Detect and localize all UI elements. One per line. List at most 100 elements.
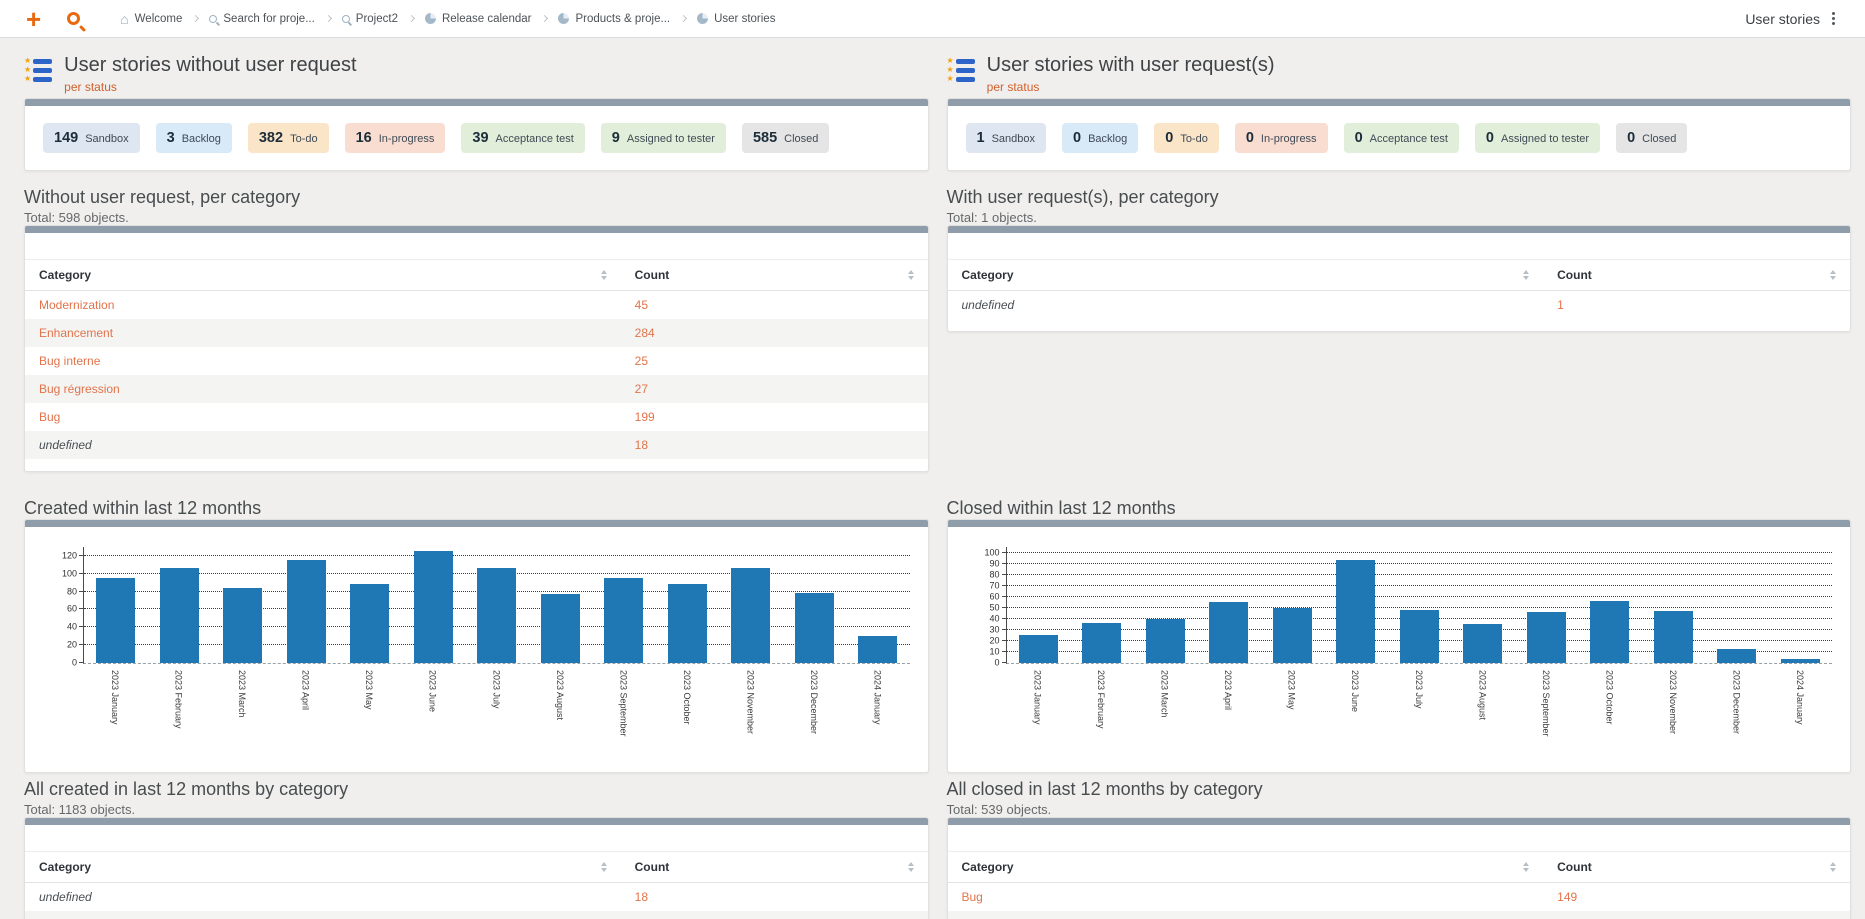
count-value[interactable]: 284 [635, 326, 655, 340]
sort-up-arrow [908, 270, 914, 274]
status-count: 1 [977, 130, 985, 146]
status-badge[interactable]: 39Acceptance test [461, 123, 584, 153]
breadcrumb-item[interactable]: User stories [697, 13, 775, 25]
count-value[interactable]: 25 [635, 354, 648, 368]
category-link[interactable]: Bug interne [39, 354, 100, 368]
status-badge[interactable]: 9Assigned to tester [601, 123, 726, 153]
column-header-category[interactable]: Category [948, 260, 1544, 291]
count-value[interactable]: 18 [635, 438, 648, 452]
count-value[interactable]: 27 [635, 382, 648, 396]
chart-bar-slot [1134, 547, 1198, 663]
status-badge[interactable]: 585Closed [742, 123, 829, 153]
sort-down-arrow [908, 276, 914, 280]
sort-icon[interactable] [1523, 270, 1529, 280]
column-header-category[interactable]: Category [948, 852, 1544, 883]
category-link[interactable]: Bug régression [39, 382, 120, 396]
table-body: Modernization 45 Enhancement 284 Bug interne… [25, 291, 928, 460]
sort-icon[interactable] [908, 270, 914, 280]
category-link[interactable]: Bug [962, 890, 983, 904]
sort-up-arrow [1830, 270, 1836, 274]
category-count-table: Category Count undefined 1 [948, 259, 1851, 319]
table-wrapper: Category Count undefined18Bug369 [25, 825, 928, 919]
status-badge[interactable]: 1Sandbox [966, 123, 1047, 153]
breadcrumb-item[interactable]: Release calendar [425, 13, 532, 25]
status-label: Sandbox [85, 133, 128, 145]
y-axis-tick-label: 80 [67, 587, 77, 596]
x-axis-label: 2023 December [1732, 670, 1742, 734]
chart-plot-area: 0102030405060708090100 [1006, 547, 1833, 664]
table-row: Bug 199 [25, 403, 928, 431]
sort-icon[interactable] [1523, 862, 1529, 872]
status-badge[interactable]: 0To-do [1154, 123, 1219, 153]
status-count: 0 [1486, 130, 1494, 146]
status-badge[interactable]: 0Backlog [1062, 123, 1138, 153]
status-badge[interactable]: 149Sandbox [43, 123, 140, 153]
status-badge[interactable]: 0Assigned to tester [1475, 123, 1600, 153]
count-cell: 18 [621, 431, 928, 459]
sort-icon[interactable] [908, 862, 914, 872]
column-header-count[interactable]: Count [621, 260, 928, 291]
add-icon[interactable]: + [26, 6, 41, 32]
category-link[interactable]: Enhancement [39, 326, 113, 340]
chart-bar-slot [1705, 547, 1769, 663]
category-count-table: CategoryCount Modernization 45 Enhancement 2… [25, 259, 928, 459]
breadcrumb-item[interactable]: Search for proje... [209, 13, 314, 25]
column-header-category[interactable]: Category [25, 260, 621, 291]
breadcrumb-item[interactable]: ⌂Welcome [120, 13, 182, 25]
x-axis-label: 2023 April [301, 670, 311, 710]
count-value[interactable]: 45 [635, 298, 648, 312]
chart-bar [1463, 624, 1502, 663]
breadcrumb-item[interactable]: Products & proje... [558, 13, 670, 25]
column-header-count[interactable]: Count [1543, 852, 1850, 883]
count-value[interactable]: 1 [1557, 298, 1564, 312]
column-header-label: Count [635, 860, 670, 874]
chart-bar [1273, 608, 1312, 663]
status-badge[interactable]: 0Closed [1616, 123, 1687, 153]
sort-icon[interactable] [601, 862, 607, 872]
x-axis-label: 2023 October [1604, 670, 1614, 725]
count-value[interactable]: 18 [635, 890, 648, 904]
sort-icon[interactable] [1830, 270, 1836, 280]
chart-bar-slot [1007, 547, 1071, 663]
sort-icon[interactable] [601, 270, 607, 280]
column-header-count[interactable]: Count [621, 852, 928, 883]
category-count-table: Category Count undefined18Bug369 [25, 851, 928, 919]
chart-bar-slot [465, 547, 529, 663]
count-value[interactable]: 149 [1557, 890, 1577, 904]
chart-bar [731, 568, 770, 663]
y-axis-tick-label: 80 [989, 570, 999, 579]
chart-x-axis-labels: 2023 January2023 February2023 March2023 … [83, 664, 910, 759]
table-body: undefined18Bug369 [25, 883, 928, 919]
table-body: undefined 1 [948, 291, 1851, 320]
x-axis-label: 2023 February [173, 670, 183, 729]
category-link[interactable]: Bug [39, 410, 60, 424]
chevron-right-icon [408, 15, 415, 22]
x-axis-label: 2023 August [555, 670, 565, 720]
column-header-category[interactable]: Category [25, 852, 621, 883]
column-header-label: Count [1557, 268, 1592, 282]
search-icon[interactable] [67, 12, 80, 25]
section-heading-bottom_table-right: All closed in last 12 months by category… [947, 779, 1852, 817]
status-badges-card-right: 1Sandbox 0Backlog 0To-do 0In-progress 0Accep… [947, 98, 1852, 171]
breadcrumb-label: Products & proje... [575, 13, 670, 25]
chart-bar [1400, 610, 1439, 663]
category-link[interactable]: Modernization [39, 298, 114, 312]
widget-header-left: ★★★User stories without user requestper … [24, 48, 929, 94]
sort-icon[interactable] [1830, 862, 1836, 872]
count-value[interactable]: 199 [635, 410, 655, 424]
status-badge[interactable]: 0Acceptance test [1344, 123, 1459, 153]
kebab-menu-icon[interactable] [1832, 17, 1835, 20]
breadcrumb: ⌂Welcome Search for proje... Project2 Relea… [120, 13, 775, 25]
list-bar [956, 59, 975, 64]
category-cell: undefined [948, 291, 1544, 320]
status-badge[interactable]: 0In-progress [1235, 123, 1328, 153]
status-badges: 149Sandbox 3Backlog 382To-do 16In-progress 3… [25, 106, 928, 170]
status-badge[interactable]: 16In-progress [345, 123, 446, 153]
category-cell: undefined [25, 431, 621, 459]
chart-bar-slot [592, 547, 656, 663]
column-header-label: Count [1557, 860, 1592, 874]
status-badge[interactable]: 3Backlog [156, 123, 232, 153]
status-badge[interactable]: 382To-do [248, 123, 329, 153]
column-header-count[interactable]: Count [1543, 260, 1850, 291]
breadcrumb-item[interactable]: Project2 [342, 13, 398, 25]
